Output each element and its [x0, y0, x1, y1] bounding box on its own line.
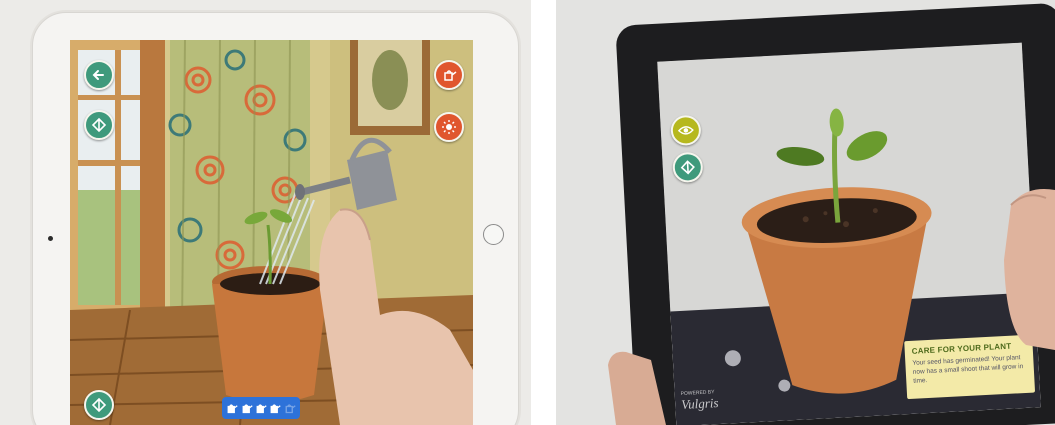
ar-garden-screen-right: CARE FOR YOUR PLANT Your seed has germin…: [657, 42, 1041, 425]
watering-can-button[interactable]: [434, 60, 464, 90]
ipad-home-button[interactable]: [483, 224, 504, 245]
garden-scene-illustration: [70, 40, 473, 425]
watering-can-icon: [285, 404, 296, 414]
arrow-left-icon: [92, 70, 104, 80]
ar-garden-screen-left: [70, 40, 473, 425]
watering-can-icon: [444, 70, 457, 81]
ipad-front-camera: [48, 236, 53, 241]
watering-can-icon: [227, 404, 238, 414]
care-info-card[interactable]: CARE FOR YOUR PLANT Your seed has germin…: [904, 334, 1036, 400]
right-photo-panel: CARE FOR YOUR PLANT Your seed has germin…: [556, 0, 1055, 425]
cube-icon: [680, 160, 695, 175]
bottom-ar-mode-button[interactable]: [84, 390, 114, 420]
panel-divider: [531, 0, 556, 425]
eye-icon: [677, 126, 694, 135]
back-button[interactable]: [84, 60, 114, 90]
tablet-black-frame: CARE FOR YOUR PLANT Your seed has germin…: [615, 2, 1055, 425]
sun-button[interactable]: [434, 112, 464, 142]
sun-icon: [442, 120, 456, 134]
watering-can-icon: [270, 404, 282, 414]
cube-icon: [91, 117, 107, 133]
cube-icon: [91, 397, 107, 413]
ar-mode-button[interactable]: [84, 110, 114, 140]
watering-can-icon: [242, 404, 253, 414]
care-card-body: Your seed has germinated! Your plant now…: [912, 354, 1024, 385]
left-photo-panel: [0, 0, 531, 425]
brand-mark: POWERED BY Vulgris: [681, 389, 719, 413]
water-level-indicator: [222, 397, 300, 419]
watering-can-icon: [256, 404, 267, 414]
brand-name: Vulgris: [680, 395, 719, 412]
